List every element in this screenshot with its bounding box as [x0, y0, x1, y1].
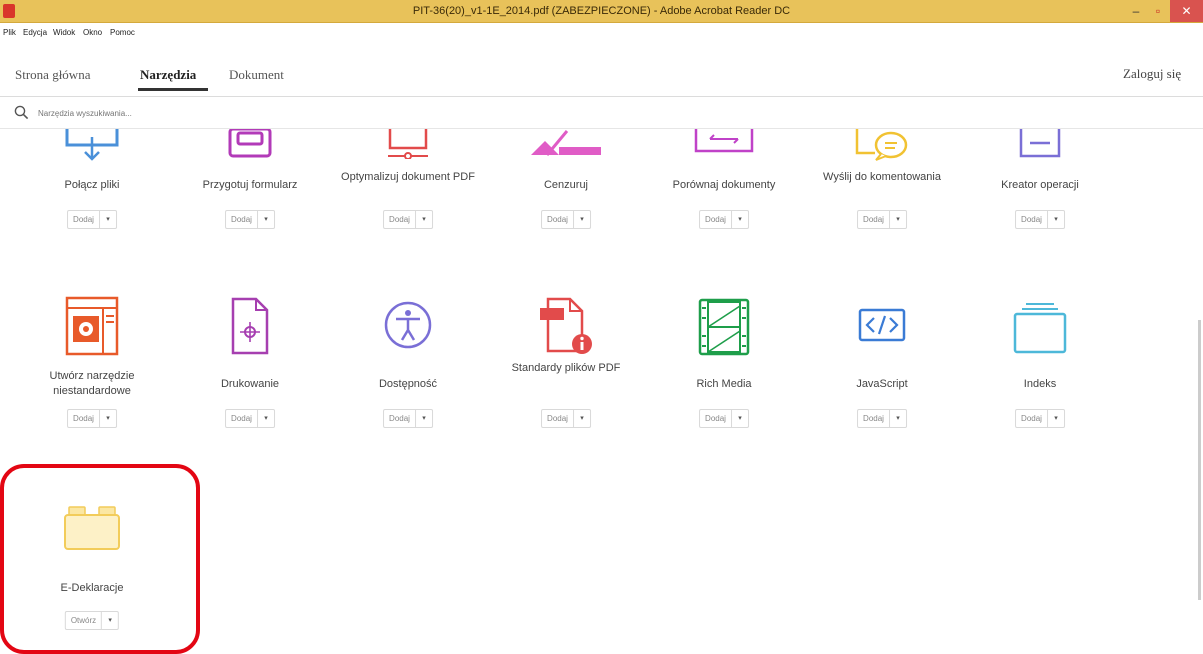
index-icon: [1013, 303, 1067, 354]
chevron-down-icon[interactable]: ▾: [1046, 410, 1064, 427]
menu-edycja[interactable]: Edycja: [23, 28, 47, 37]
tool-name: Rich Media: [696, 378, 752, 390]
chevron-down-icon[interactable]: ▾: [1046, 211, 1064, 228]
add-button[interactable]: Dodaj: [542, 410, 573, 427]
compare-icon: [694, 129, 754, 153]
add-button[interactable]: Dodaj: [68, 211, 99, 228]
chevron-down-icon[interactable]: ▾: [572, 410, 590, 427]
search-input[interactable]: [38, 104, 358, 122]
chevron-down-icon[interactable]: ▾: [730, 211, 748, 228]
tool-name: Porównaj dokumenty: [672, 179, 776, 191]
accessibility-icon: [384, 301, 432, 349]
close-button[interactable]: ✕: [1170, 0, 1203, 22]
javascript-icon: [858, 308, 906, 342]
menu-pomoc[interactable]: Pomoc: [110, 28, 135, 37]
tool-add-group: Dodaj ▾: [541, 409, 591, 428]
tab-tools[interactable]: Narzędzia: [140, 67, 196, 83]
scrollbar-thumb[interactable]: [1198, 320, 1201, 600]
add-button[interactable]: Dodaj: [858, 211, 889, 228]
add-button[interactable]: Dodaj: [68, 410, 99, 427]
chevron-down-icon[interactable]: ▾: [98, 410, 116, 427]
add-button[interactable]: Dodaj: [700, 211, 731, 228]
tool-add-group: Dodaj ▾: [225, 409, 275, 428]
redact-icon: [531, 130, 601, 156]
tool-name: Drukowanie: [220, 378, 280, 390]
maximize-button[interactable]: ▫: [1150, 0, 1166, 22]
tool-add-group: Dodaj ▾: [857, 409, 907, 428]
window-title: PIT-36(20)_v1-1E_2014.pdf (ZABEZPIECZONE…: [412, 5, 791, 17]
prepare-form-icon: [228, 129, 272, 158]
tool-add-group: Dodaj ▾: [383, 409, 433, 428]
tab-bar: Strona główna Narzędzia Dokument Zaloguj…: [0, 50, 1203, 97]
active-tab-indicator: [138, 88, 208, 91]
tool-add-group: Dodaj ▾: [1015, 409, 1065, 428]
tool-name: Optymalizuj dokument PDF: [341, 171, 475, 183]
chevron-down-icon[interactable]: ▾: [98, 211, 116, 228]
chevron-down-icon[interactable]: ▾: [414, 211, 432, 228]
tool-add-group: Dodaj ▾: [67, 409, 117, 428]
chevron-down-icon[interactable]: ▾: [414, 410, 432, 427]
add-button[interactable]: Dodaj: [384, 211, 415, 228]
chevron-down-icon[interactable]: ▾: [730, 410, 748, 427]
add-button[interactable]: Dodaj: [542, 211, 573, 228]
tool-name: Wyślij do komentowania: [823, 171, 941, 183]
action-wizard-icon: [1019, 129, 1061, 158]
menu-widok[interactable]: Widok: [53, 28, 75, 37]
add-button[interactable]: Dodaj: [226, 211, 257, 228]
print-production-icon: [231, 297, 269, 355]
tool-add-group: Dodaj ▾: [699, 409, 749, 428]
combine-files-icon: [65, 129, 119, 161]
tool-add-group: Dodaj ▾: [383, 210, 433, 229]
tool-add-group: Dodaj ▾: [225, 210, 275, 229]
chevron-down-icon[interactable]: ▾: [888, 410, 906, 427]
tool-name: Przygotuj formularz: [202, 179, 298, 191]
window-titlebar: PIT-36(20)_v1-1E_2014.pdf (ZABEZPIECZONE…: [0, 0, 1203, 23]
chevron-down-icon[interactable]: ▾: [572, 211, 590, 228]
add-button[interactable]: Dodaj: [226, 410, 257, 427]
minimize-button[interactable]: –: [1128, 0, 1144, 22]
chevron-down-icon[interactable]: ▾: [256, 211, 274, 228]
add-button[interactable]: Dodaj: [1016, 410, 1047, 427]
send-comments-icon: [855, 129, 908, 161]
menu-plik[interactable]: Plik: [3, 28, 16, 37]
search-icon: [14, 105, 29, 120]
tab-document[interactable]: Dokument: [229, 67, 284, 83]
login-link[interactable]: Zaloguj się: [1123, 66, 1181, 82]
pdf-standards-icon: [540, 297, 592, 354]
tool-name: Utwórz narzędzie niestandardowe: [49, 370, 135, 397]
tool-name: Standardy plików PDF: [511, 362, 621, 374]
tool-name: Dostępność: [378, 378, 438, 390]
add-button[interactable]: Dodaj: [1016, 211, 1047, 228]
highlight-box: [0, 464, 200, 654]
tool-name: Połącz pliki: [64, 179, 120, 191]
add-button[interactable]: Dodaj: [700, 410, 731, 427]
add-button[interactable]: Dodaj: [384, 410, 415, 427]
tool-add-group: Dodaj ▾: [541, 210, 591, 229]
tab-home[interactable]: Strona główna: [15, 67, 90, 83]
add-button[interactable]: Dodaj: [858, 410, 889, 427]
tool-name: Kreator operacji: [1001, 179, 1079, 191]
vertical-scrollbar[interactable]: [1196, 130, 1203, 650]
tool-name: Indeks: [1023, 378, 1057, 390]
tool-add-group: Dodaj ▾: [67, 210, 117, 229]
tool-add-group: Dodaj ▾: [699, 210, 749, 229]
rich-media-icon: [698, 298, 750, 356]
chevron-down-icon[interactable]: ▾: [888, 211, 906, 228]
chevron-down-icon[interactable]: ▾: [256, 410, 274, 427]
tool-add-group: Dodaj ▾: [1015, 210, 1065, 229]
tool-add-group: Dodaj ▾: [857, 210, 907, 229]
tools-search-bar: [0, 98, 1203, 129]
optimize-pdf-icon: [388, 129, 428, 159]
menu-bar: Plik Edycja Widok Okno Pomoc: [0, 23, 1203, 45]
menu-okno[interactable]: Okno: [83, 28, 102, 37]
tool-name: Cenzuruj: [543, 179, 589, 191]
custom-tool-icon: [65, 296, 119, 356]
tool-name: JavaScript: [856, 378, 908, 390]
